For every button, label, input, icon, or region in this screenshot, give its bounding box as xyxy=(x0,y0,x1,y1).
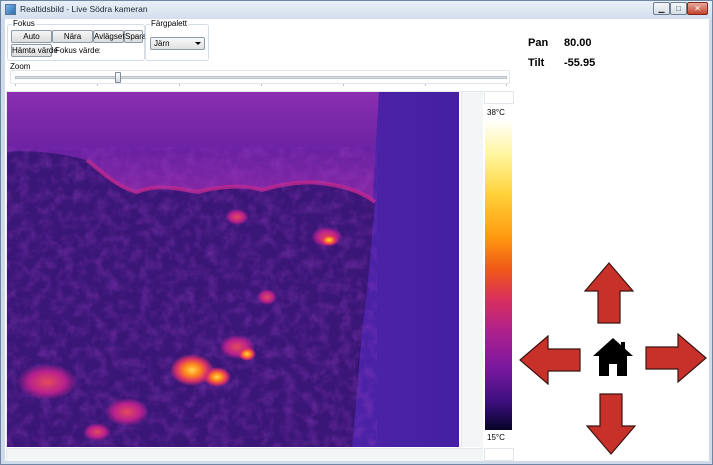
fetch-value-button[interactable]: Hämta värde xyxy=(11,44,58,57)
app-window: Realtidsbild - Live Södra kameran ▁ □ ✕ … xyxy=(0,0,713,465)
zoom-tick xyxy=(97,84,98,86)
palette-group: Färgpalett Järn xyxy=(145,19,209,61)
focus-group: Fokus Auto Nära Avlägset Spara Hämta vär… xyxy=(7,19,146,61)
temperature-scale: 38°C 15°C xyxy=(484,91,514,461)
arrow-right-icon[interactable] xyxy=(645,333,707,383)
title-bar[interactable]: Realtidsbild - Live Södra kameran ▁ □ ✕ xyxy=(1,1,712,19)
scale-bottom-field xyxy=(484,448,514,461)
focus-auto-button[interactable]: Auto xyxy=(11,30,52,43)
maximize-button[interactable]: □ xyxy=(670,2,687,15)
thermal-image[interactable] xyxy=(7,92,459,447)
pan-label: Pan xyxy=(528,37,549,49)
scale-top-field xyxy=(484,91,514,104)
window-title: Realtidsbild - Live Södra kameran xyxy=(20,4,148,14)
client-area: Fokus Auto Nära Avlägset Spara Hämta vär… xyxy=(5,19,709,461)
horizontal-scrollbar[interactable] xyxy=(7,448,483,461)
zoom-slider[interactable] xyxy=(10,70,510,86)
zoom-tick xyxy=(425,84,426,86)
temperature-colorbar xyxy=(485,119,512,430)
arrow-left-icon[interactable] xyxy=(519,335,581,385)
zoom-tick xyxy=(15,84,16,86)
focus-group-title: Fokus xyxy=(12,19,36,28)
palette-select[interactable]: Järn xyxy=(150,37,205,50)
focus-far-button[interactable]: Avlägset xyxy=(93,30,125,43)
zoom-tick xyxy=(179,84,180,86)
chevron-down-icon xyxy=(195,42,201,45)
zoom-tick xyxy=(506,84,507,86)
zoom-tick xyxy=(343,84,344,86)
pan-value: 80.00 xyxy=(564,37,592,49)
focus-save-button[interactable]: Spara xyxy=(124,30,146,43)
tilt-label: Tilt xyxy=(528,57,545,69)
zoom-slider-rail xyxy=(15,76,507,79)
palette-group-title: Färgpalett xyxy=(150,19,189,28)
zoom-tick xyxy=(261,84,262,86)
arrow-down-icon[interactable] xyxy=(586,393,636,455)
focus-value: : xyxy=(98,46,101,55)
focus-near-button[interactable]: Nära xyxy=(52,30,93,43)
vertical-scrollbar[interactable] xyxy=(461,92,483,447)
palette-selected-value: Järn xyxy=(154,39,170,48)
tilt-value: -55.95 xyxy=(564,57,596,69)
temperature-min-label: 15°C xyxy=(487,433,505,442)
temperature-max-label: 38°C xyxy=(487,108,505,117)
minimize-button[interactable]: ▁ xyxy=(653,2,670,15)
home-icon[interactable] xyxy=(592,337,634,377)
zoom-slider-thumb[interactable] xyxy=(115,72,121,83)
thermal-image-graphic xyxy=(7,92,459,447)
arrow-up-icon[interactable] xyxy=(584,262,634,324)
thermal-view xyxy=(6,91,483,461)
app-icon xyxy=(5,4,16,15)
focus-value-label: Fokus värde xyxy=(55,46,100,55)
close-button[interactable]: ✕ xyxy=(687,2,708,15)
